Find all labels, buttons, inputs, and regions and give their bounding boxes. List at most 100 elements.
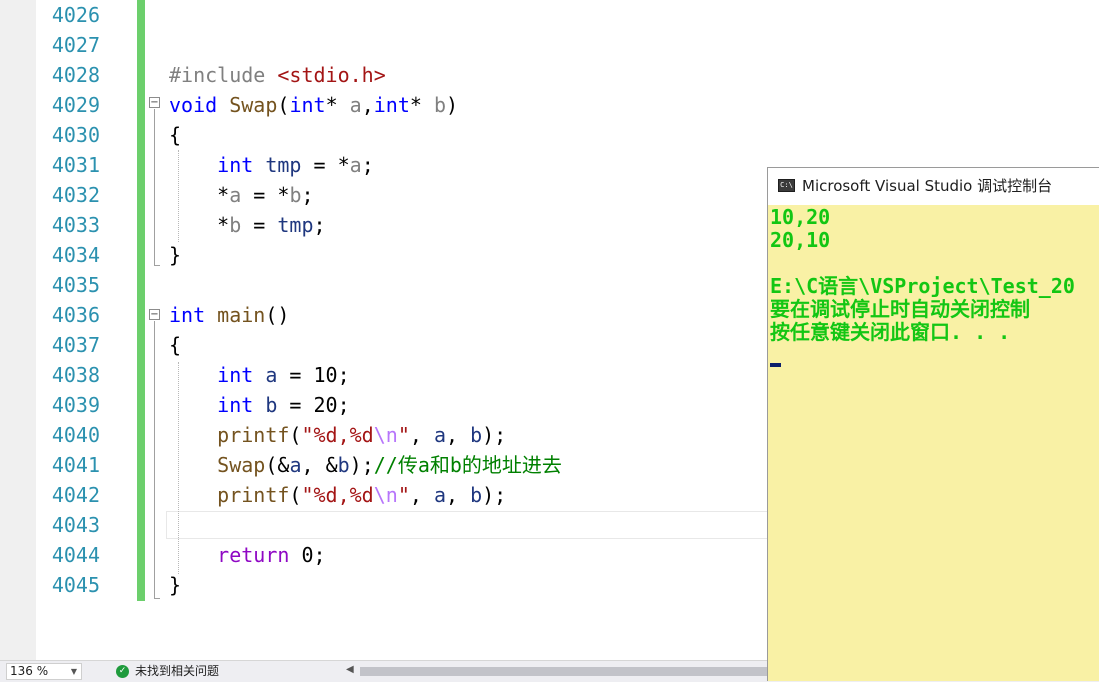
- code-token: ,: [409, 423, 434, 447]
- code-token: );: [349, 453, 374, 477]
- console-title-bar[interactable]: C:\ Microsoft Visual Studio 调试控制台: [768, 168, 1099, 205]
- code-token: int: [373, 93, 410, 117]
- code-line[interactable]: int a = 10;: [169, 360, 350, 390]
- code-token: (: [289, 423, 302, 447]
- code-token: ,: [446, 423, 471, 447]
- code-token: tmp: [265, 153, 302, 177]
- code-line[interactable]: int b = 20;: [169, 390, 349, 420]
- current-line-highlight: [166, 511, 776, 539]
- code-line[interactable]: printf("%d,%d\n", a, b);: [169, 420, 506, 450]
- code-token: = *: [301, 153, 350, 177]
- code-line[interactable]: Swap(&a, &b);//传a和b的地址进去: [169, 450, 562, 480]
- code-token: }: [169, 573, 182, 597]
- line-number: 4037: [51, 333, 100, 357]
- code-token: a: [289, 453, 302, 477]
- code-line[interactable]: printf("%d,%d\n", a, b);: [169, 480, 506, 510]
- code-token: \n: [373, 483, 398, 507]
- code-token: ,: [361, 93, 374, 117]
- code-token: #include: [169, 63, 278, 87]
- line-number: 4040: [51, 423, 100, 447]
- code-token: int: [169, 303, 206, 327]
- code-token: = 10;: [277, 363, 350, 387]
- code-token: );: [482, 423, 507, 447]
- code-line[interactable]: {: [169, 120, 181, 150]
- code-token: return: [217, 543, 290, 567]
- code-token: a: [349, 153, 362, 177]
- code-token: (: [289, 483, 302, 507]
- line-number: 4036: [51, 303, 100, 327]
- code-token: *: [409, 93, 434, 117]
- horizontal-scrollbar-thumb[interactable]: [360, 667, 768, 676]
- fold-line-swap: [154, 109, 155, 265]
- code-token: {: [169, 123, 182, 147]
- change-tracking-bar: [137, 0, 145, 601]
- code-line[interactable]: void Swap(int* a,int* b): [169, 90, 458, 120]
- debug-console-window[interactable]: C:\ Microsoft Visual Studio 调试控制台 10,20 …: [767, 167, 1099, 681]
- line-number: 4045: [51, 573, 100, 597]
- code-token: a: [433, 483, 446, 507]
- console-cursor: [770, 363, 781, 367]
- fold-toggle-swap[interactable]: −: [149, 97, 160, 108]
- code-token: b: [433, 93, 447, 117]
- code-token: void: [169, 93, 218, 117]
- fold-toggle-main[interactable]: −: [149, 309, 160, 320]
- code-token: (&: [265, 453, 290, 477]
- line-number: 4033: [51, 213, 100, 237]
- check-circle-icon[interactable]: ✓: [116, 665, 129, 678]
- code-line[interactable]: int tmp = *a;: [169, 150, 374, 180]
- code-line[interactable]: }: [169, 240, 181, 270]
- code-line[interactable]: *a = *b;: [169, 180, 314, 210]
- fold-end-swap: [154, 265, 160, 266]
- code-token: a: [229, 183, 242, 207]
- chevron-down-icon[interactable]: ▼: [71, 664, 77, 679]
- code-token: printf: [217, 483, 290, 507]
- console-title: Microsoft Visual Studio 调试控制台: [802, 177, 1053, 195]
- code-line[interactable]: {: [169, 330, 181, 360]
- code-line[interactable]: return 0;: [169, 540, 326, 570]
- console-output-line: 按任意键关闭此窗口. . .: [770, 320, 1011, 344]
- line-number: 4034: [51, 243, 100, 267]
- code-token: 0;: [289, 543, 326, 567]
- code-token: Swap: [229, 93, 278, 117]
- code-token: "%d,%d: [301, 483, 374, 507]
- code-token: <stdio.h>: [277, 63, 386, 87]
- line-number: 4035: [51, 273, 100, 297]
- line-number: 4031: [51, 153, 100, 177]
- code-line[interactable]: }: [169, 570, 181, 600]
- issues-status-text[interactable]: 未找到相关问题: [135, 664, 219, 679]
- code-token: int: [217, 153, 254, 177]
- line-number: 4043: [51, 513, 100, 537]
- code-token: =: [241, 213, 278, 237]
- code-token: \n: [373, 423, 398, 447]
- scroll-left-icon[interactable]: ◀: [346, 664, 354, 675]
- console-output-line: E:\C语言\VSProject\Test_20: [770, 274, 1075, 298]
- line-number: 4039: [51, 393, 100, 417]
- code-token: b: [337, 453, 350, 477]
- code-line[interactable]: *b = tmp;: [169, 210, 325, 240]
- code-line[interactable]: int main(): [169, 300, 289, 330]
- console-output-line: 10,20: [770, 205, 831, 229]
- zoom-dropdown[interactable]: 136 % ▼: [6, 663, 82, 680]
- console-app-icon: C:\: [778, 179, 795, 192]
- code-token: );: [482, 483, 507, 507]
- line-number: 4032: [51, 183, 100, 207]
- code-token: a: [265, 363, 278, 387]
- line-number: 4029: [51, 93, 100, 117]
- code-token: ): [446, 93, 459, 117]
- code-line[interactable]: #include <stdio.h>: [169, 60, 386, 90]
- code-token: //传a和b的地址进去: [373, 453, 562, 477]
- code-token: ;: [361, 153, 374, 177]
- code-token: ;: [301, 183, 314, 207]
- code-token: printf: [217, 423, 290, 447]
- line-number: 4030: [51, 123, 100, 147]
- console-output-line: 要在调试停止时自动关闭控制: [770, 297, 1030, 321]
- fold-end-main: [154, 598, 160, 599]
